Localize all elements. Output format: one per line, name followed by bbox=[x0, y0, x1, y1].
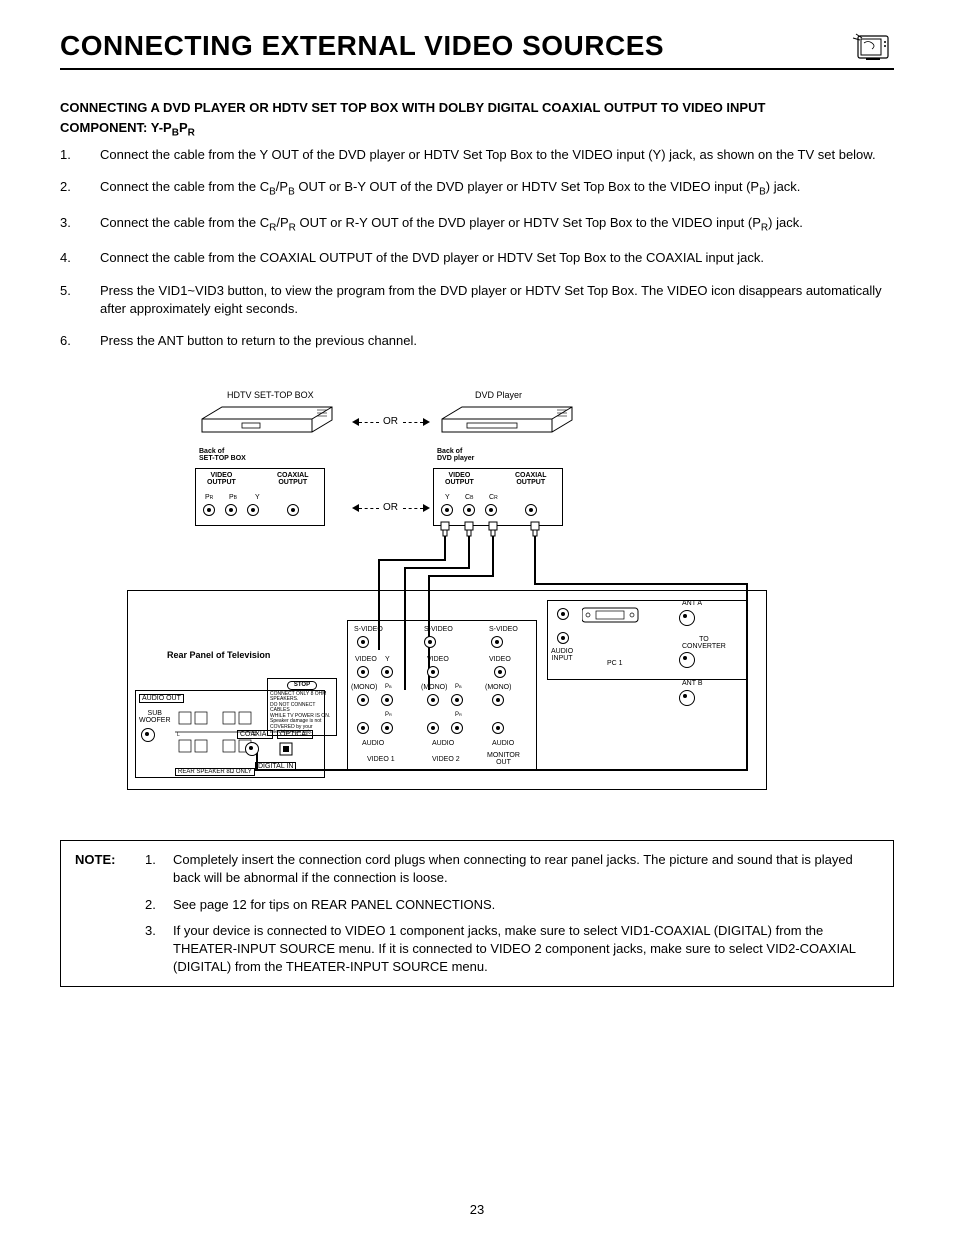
vga-port-icon bbox=[582, 606, 642, 626]
rear-panel-label: Rear Panel of Television bbox=[167, 650, 270, 660]
note-list: Completely insert the connection cord pl… bbox=[145, 851, 879, 976]
step-4: Connect the cable from the COAXIAL OUTPU… bbox=[60, 249, 894, 267]
note-3: If your device is connected to VIDEO 1 c… bbox=[145, 922, 879, 977]
page-title: CONNECTING EXTERNAL VIDEO SOURCES bbox=[60, 30, 664, 62]
note-2: See page 12 for tips on REAR PANEL CONNE… bbox=[145, 896, 879, 914]
ant-b-jack bbox=[679, 690, 695, 706]
note-label: NOTE: bbox=[75, 851, 145, 976]
ant-a-jack bbox=[679, 610, 695, 626]
subwoofer-jack bbox=[141, 728, 155, 742]
step-6: Press the ANT button to return to the pr… bbox=[60, 332, 894, 350]
step-1: Connect the cable from the Y OUT of the … bbox=[60, 146, 894, 164]
step-3: Connect the cable from the CR/PR OUT or … bbox=[60, 214, 894, 236]
connection-diagram: HDTV SET-TOP BOX DVD Player OR Back of S… bbox=[127, 390, 827, 810]
step-5: Press the VID1~VID3 button, to view the … bbox=[60, 282, 894, 318]
title-underline bbox=[60, 68, 894, 70]
step-2: Connect the cable from the CB/PB OUT or … bbox=[60, 178, 894, 200]
note-1: Completely insert the connection cord pl… bbox=[145, 851, 879, 887]
instruction-list: Connect the cable from the Y OUT of the … bbox=[60, 146, 894, 350]
to-converter-jack bbox=[679, 652, 695, 668]
page-number: 23 bbox=[0, 1202, 954, 1217]
tv-icon bbox=[852, 30, 894, 64]
stop-warning: STOP CONNECT ONLY 8 OHM SPEAKERS. DO NOT… bbox=[267, 678, 337, 736]
note-box: NOTE: Completely insert the connection c… bbox=[60, 840, 894, 987]
section-heading: CONNECTING A DVD PLAYER OR HDTV SET TOP … bbox=[60, 98, 894, 140]
svg-text:L: L bbox=[177, 732, 180, 738]
coaxial-in-jack bbox=[245, 742, 259, 756]
